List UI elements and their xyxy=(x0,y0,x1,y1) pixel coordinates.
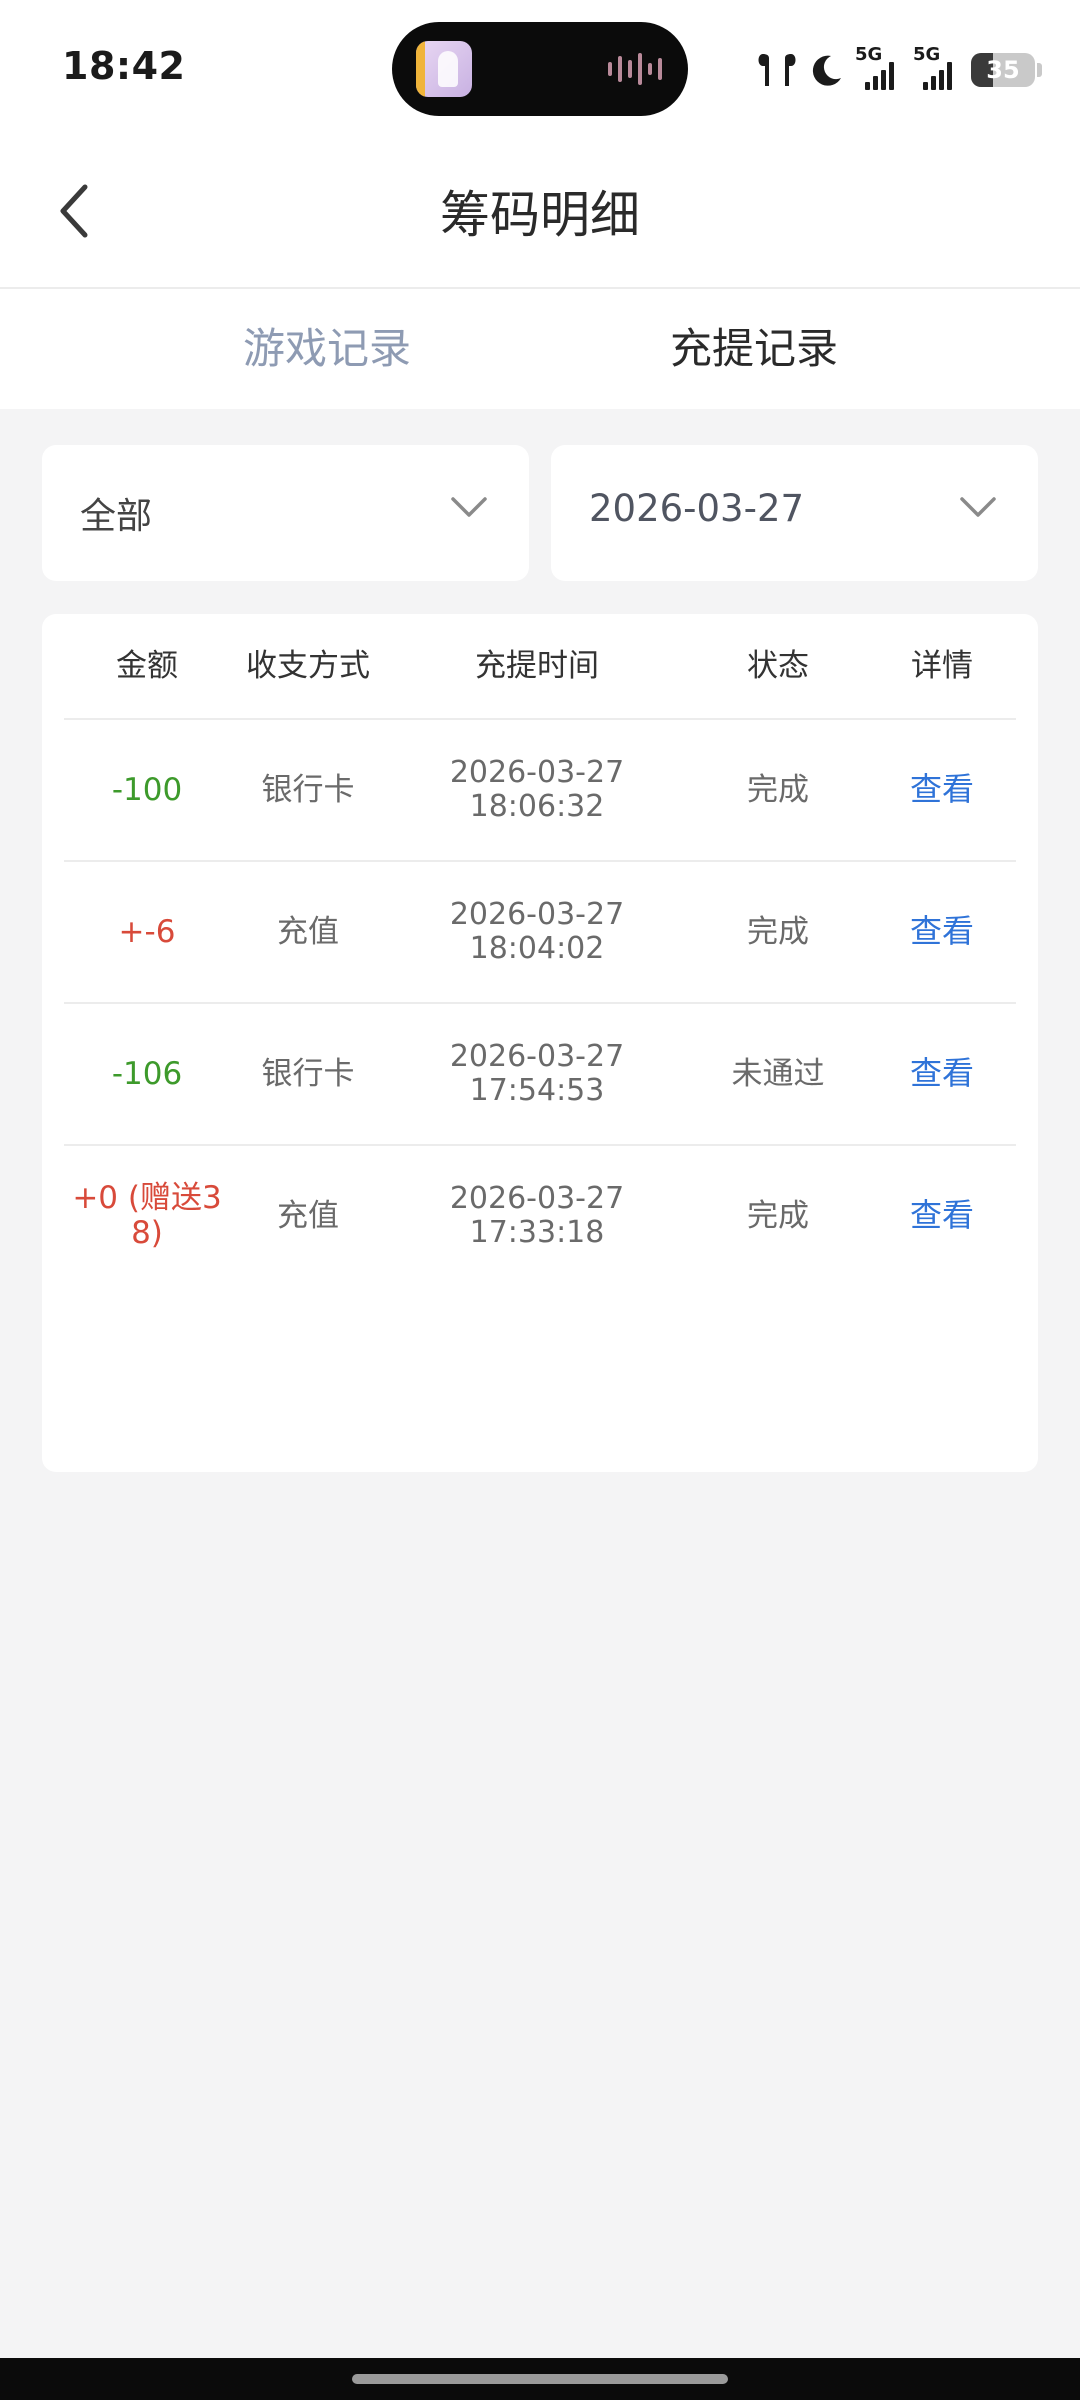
records-table: 金额 收支方式 充提时间 状态 详情 -100 银行卡 2026-03-27 1… xyxy=(42,614,1038,1472)
date-text: 2026-03-27 xyxy=(449,1181,625,1217)
header-amount: 金额 xyxy=(116,647,178,684)
status-icons: 5G 5G 35 xyxy=(755,40,1042,100)
amount-cell: +0 (赠送3 8) xyxy=(64,1146,230,1286)
battery-tip xyxy=(1037,63,1042,77)
amount-cell: +-6 xyxy=(118,913,176,950)
chevron-down-icon xyxy=(960,497,996,517)
time-text: 17:54:53 xyxy=(469,1073,605,1108)
earbuds-icon xyxy=(758,54,796,86)
dynamic-island[interactable] xyxy=(392,22,688,116)
chevron-down-icon xyxy=(451,497,487,517)
time-cell: 2026-03-27 17:54:53 xyxy=(386,1004,688,1144)
media-app-icon[interactable] xyxy=(416,41,472,97)
status-bar: 18:42 5G 5G 35 xyxy=(0,0,1080,135)
view-detail-link[interactable]: 查看 xyxy=(868,720,1016,860)
header-method: 收支方式 xyxy=(246,647,370,684)
time-text: 18:06:32 xyxy=(469,789,605,824)
status-time: 18:42 xyxy=(62,44,186,88)
nav-bar: 筹码明细 xyxy=(0,135,1080,289)
table-row: -100 银行卡 2026-03-27 18:06:32 完成 查看 xyxy=(64,720,1016,862)
time-cell: 2026-03-27 17:33:18 xyxy=(386,1146,688,1286)
method-cell: 充值 xyxy=(277,1197,339,1234)
method-cell: 银行卡 xyxy=(261,1055,355,1092)
signal-icon-1: 5G xyxy=(855,44,903,92)
status-cell: 完成 xyxy=(747,1197,809,1234)
status-cell: 完成 xyxy=(747,771,809,808)
view-detail-link[interactable]: 查看 xyxy=(868,862,1016,1002)
time-cell: 2026-03-27 18:06:32 xyxy=(386,720,688,860)
table-header: 金额 收支方式 充提时间 状态 详情 xyxy=(64,614,1016,720)
time-cell: 2026-03-27 18:04:02 xyxy=(386,862,688,1002)
table-row: +-6 充值 2026-03-27 18:04:02 完成 查看 xyxy=(64,862,1016,1004)
moon-icon xyxy=(812,55,841,86)
amount-cell: -106 xyxy=(111,1055,183,1092)
battery-percent: 35 xyxy=(986,56,1020,84)
amount-line-1: +0 (赠送3 xyxy=(72,1180,222,1217)
view-detail-link[interactable]: 查看 xyxy=(868,1004,1016,1144)
navigation-gesture-bar xyxy=(0,2358,1080,2400)
signal-icon-2: 5G xyxy=(913,44,961,92)
date-text: 2026-03-27 xyxy=(449,755,625,791)
date-text: 2026-03-27 xyxy=(449,1039,625,1075)
table-row: +0 (赠送3 8) 充值 2026-03-27 17:33:18 完成 查看 xyxy=(64,1146,1016,1286)
date-filter-dropdown[interactable]: 2026-03-27 xyxy=(551,445,1038,581)
method-cell: 银行卡 xyxy=(261,771,355,808)
time-text: 17:33:18 xyxy=(469,1215,605,1250)
page-title: 筹码明细 xyxy=(440,186,640,244)
audio-wave-icon xyxy=(608,52,662,86)
status-cell: 未通过 xyxy=(731,1055,825,1092)
view-detail-link[interactable]: 查看 xyxy=(868,1146,1016,1286)
date-text: 2026-03-27 xyxy=(449,897,625,933)
tab-recharge-records[interactable]: 充提记录 xyxy=(670,315,838,376)
header-detail: 详情 xyxy=(911,647,973,684)
time-text: 18:04:02 xyxy=(469,931,605,966)
table-row: -106 银行卡 2026-03-27 17:54:53 未通过 查看 xyxy=(64,1004,1016,1146)
amount-line-2: 8) xyxy=(131,1215,163,1251)
type-filter-value: 全部 xyxy=(80,496,153,537)
type-filter-dropdown[interactable]: 全部 xyxy=(42,445,529,581)
tab-bar: 游戏记录 充提记录 xyxy=(0,289,1080,409)
method-cell: 充值 xyxy=(277,913,339,950)
header-time: 充提时间 xyxy=(475,647,599,684)
home-indicator[interactable] xyxy=(352,2374,728,2384)
amount-cell: -100 xyxy=(111,771,183,808)
status-cell: 完成 xyxy=(747,913,809,950)
tab-game-records[interactable]: 游戏记录 xyxy=(243,315,411,376)
battery-icon: 35 xyxy=(971,53,1035,87)
date-filter-value: 2026-03-27 xyxy=(589,487,805,530)
header-status: 状态 xyxy=(747,647,809,684)
